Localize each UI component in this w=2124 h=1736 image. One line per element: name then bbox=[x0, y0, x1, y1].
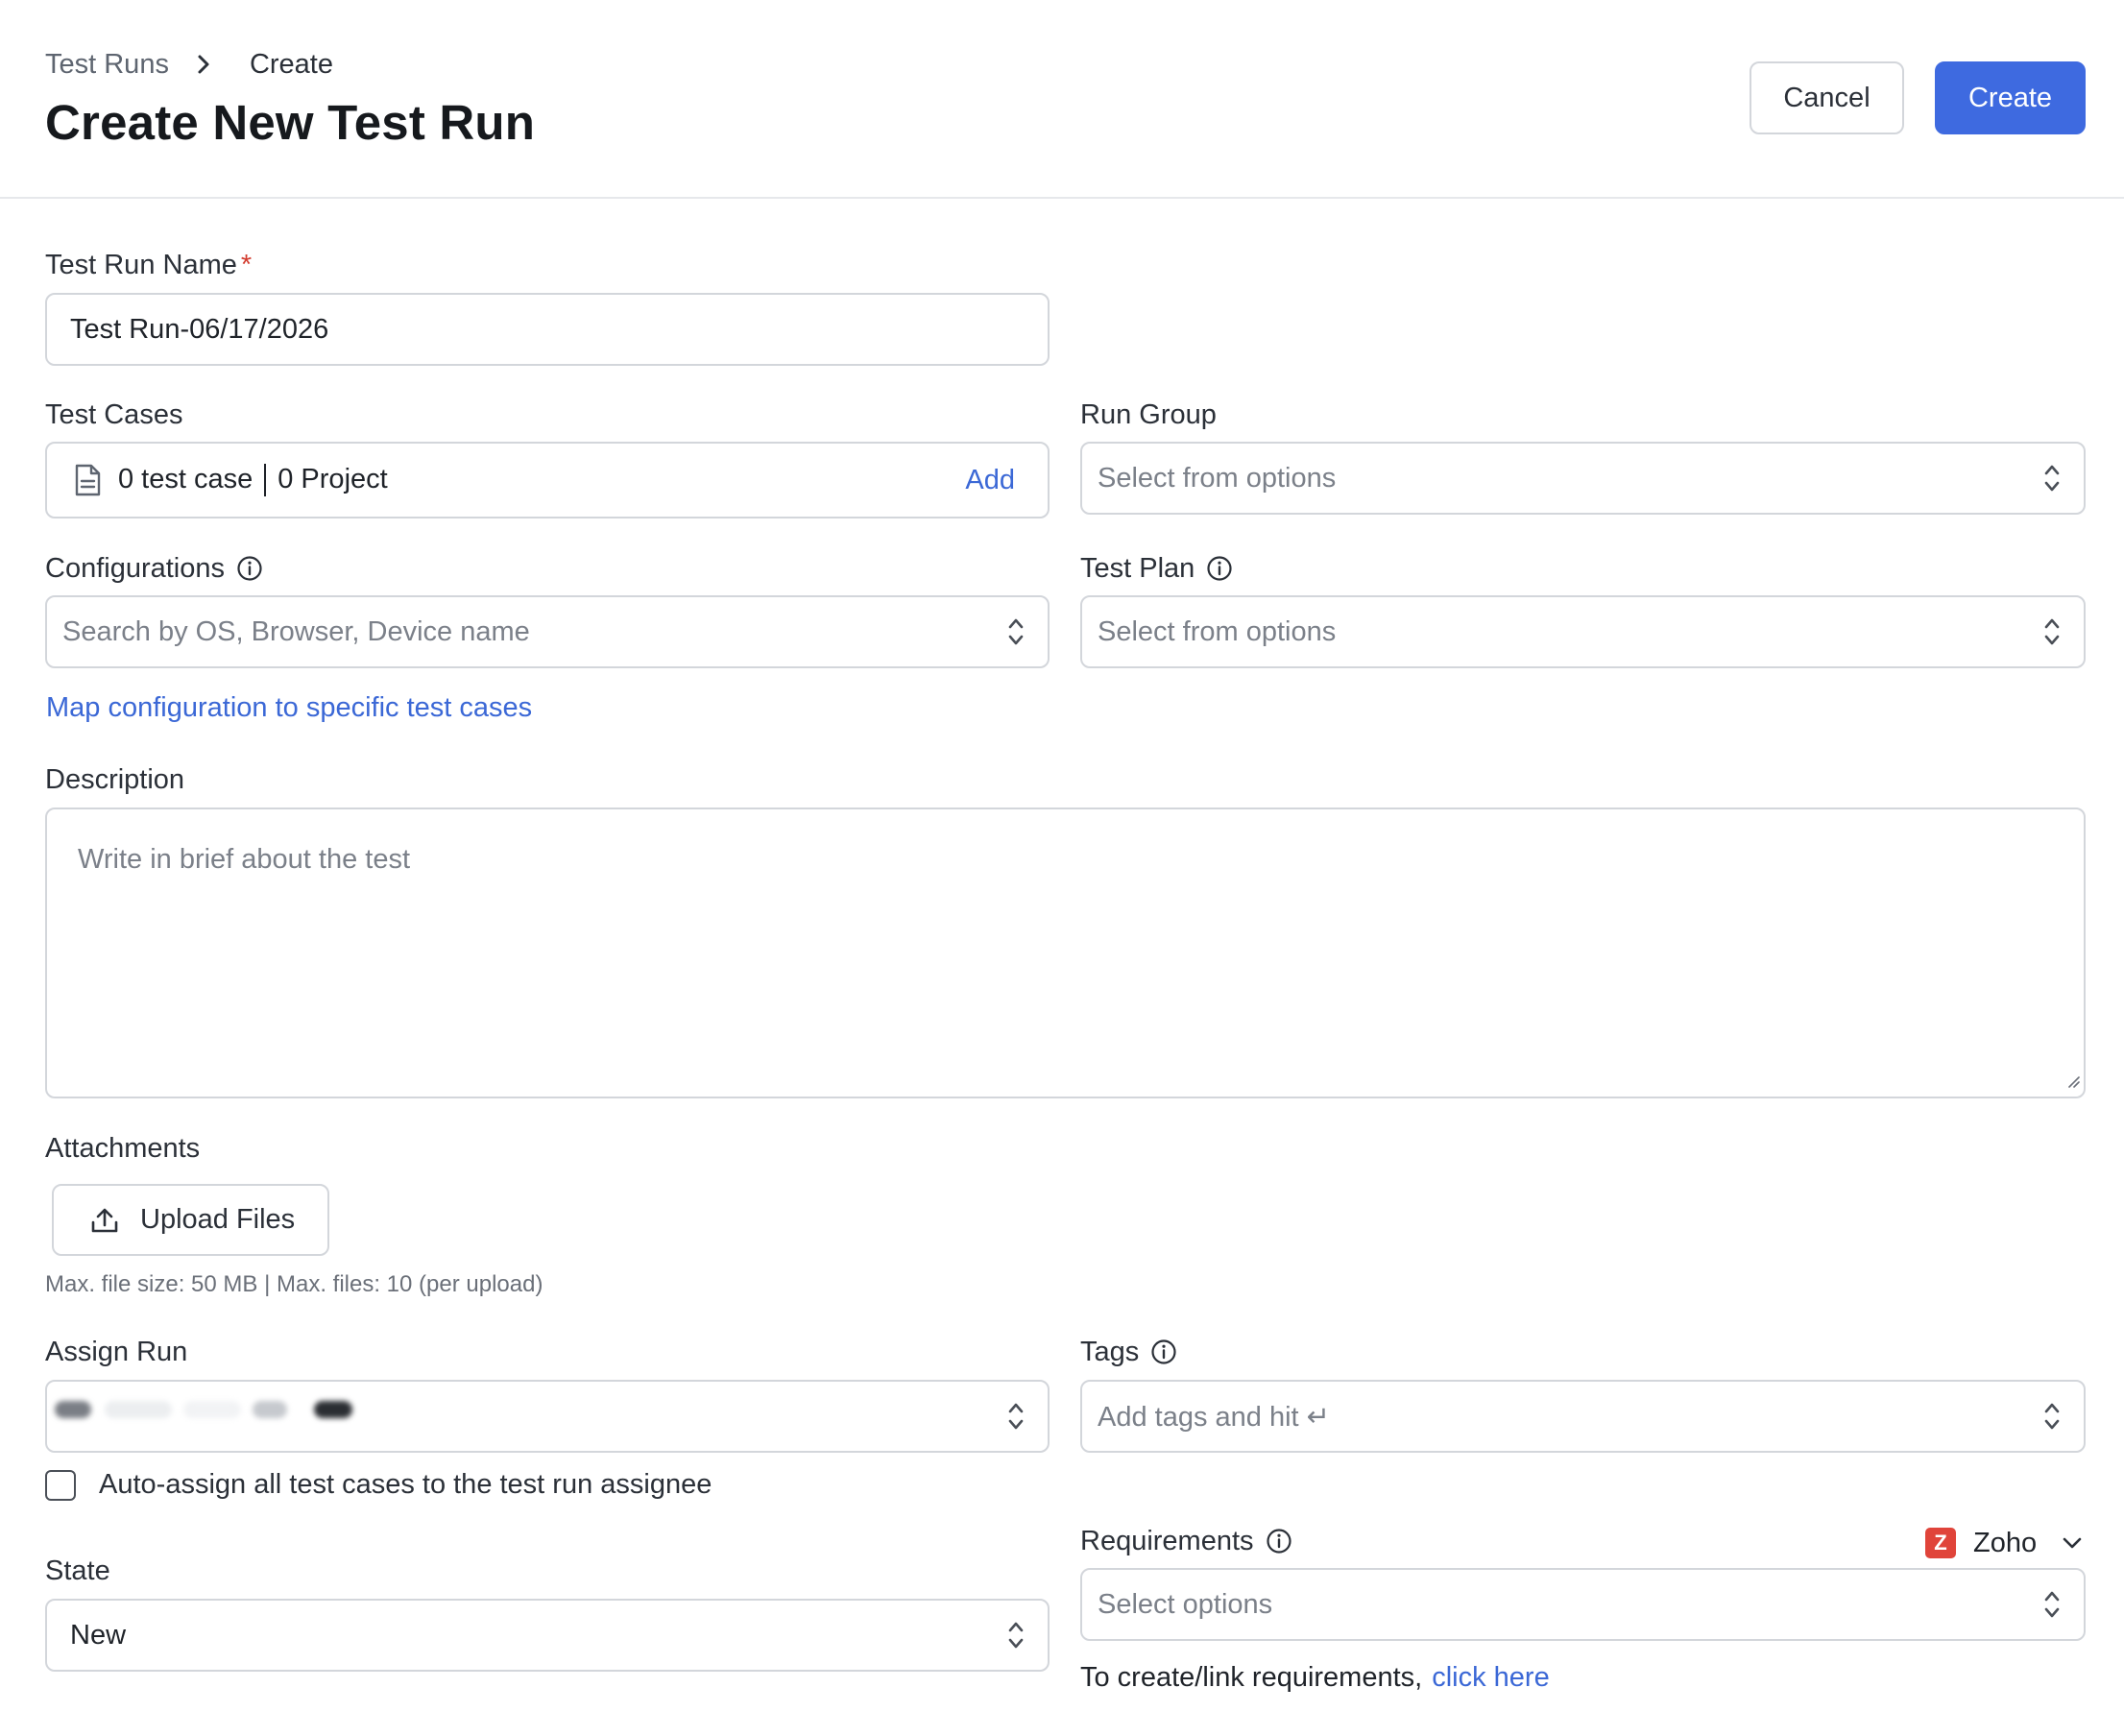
auto-assign-row[interactable]: Auto-assign all test cases to the test r… bbox=[45, 1469, 712, 1501]
info-icon[interactable] bbox=[1206, 555, 1233, 582]
state-select[interactable]: New bbox=[45, 1599, 1050, 1672]
chevron-up-down-icon bbox=[2043, 1400, 2061, 1433]
info-icon[interactable] bbox=[236, 555, 263, 582]
chevron-up-down-icon bbox=[1007, 615, 1025, 648]
description-label: Description bbox=[45, 763, 185, 795]
test-cases-field: 0 test case 0 Project Add bbox=[45, 442, 1050, 518]
configurations-label: Configurations bbox=[45, 550, 263, 587]
assign-run-select[interactable] bbox=[45, 1380, 1050, 1453]
info-icon[interactable] bbox=[1266, 1528, 1292, 1555]
upload-files-label: Upload Files bbox=[140, 1204, 296, 1235]
info-icon[interactable] bbox=[1150, 1338, 1177, 1365]
requirements-placeholder: Select options bbox=[1098, 1588, 1273, 1620]
auto-assign-checkbox[interactable] bbox=[45, 1469, 76, 1501]
page-title: Create New Test Run bbox=[45, 95, 536, 150]
create-button[interactable]: Create bbox=[1935, 61, 2086, 134]
test-run-name-field[interactable] bbox=[45, 293, 1050, 366]
state-label: State bbox=[45, 1555, 110, 1586]
map-configuration-link[interactable]: Map configuration to specific test cases bbox=[46, 689, 532, 726]
test-run-name-label: Test Run Name * bbox=[45, 249, 253, 280]
chevron-up-down-icon bbox=[1007, 1400, 1025, 1433]
chevron-up-down-icon bbox=[2043, 1588, 2061, 1621]
required-mark: * bbox=[240, 249, 253, 280]
cancel-button[interactable]: Cancel bbox=[1750, 61, 1904, 134]
state-value: New bbox=[70, 1619, 127, 1651]
chevron-up-down-icon bbox=[2043, 462, 2061, 494]
run-group-label: Run Group bbox=[1080, 398, 1217, 430]
requirements-provider-dropdown[interactable]: Z Zoho bbox=[1925, 1524, 2083, 1562]
test-run-name-input[interactable] bbox=[47, 313, 1048, 346]
project-count: 0 Project bbox=[278, 463, 388, 494]
test-case-count: 0 test case bbox=[118, 463, 253, 494]
description-textarea[interactable]: Write in brief about the test bbox=[45, 808, 2086, 1098]
tags-placeholder: Add tags and hit ↵ bbox=[1098, 1401, 1330, 1433]
create-requirements-link[interactable]: click here bbox=[1432, 1662, 1550, 1694]
tags-input[interactable]: Add tags and hit ↵ bbox=[1080, 1380, 2086, 1453]
chevron-up-down-icon bbox=[2043, 615, 2061, 648]
requirements-provider-name: Zoho bbox=[1973, 1527, 2038, 1558]
test-plan-select[interactable]: Select from options bbox=[1080, 595, 2086, 668]
chevron-right-icon bbox=[196, 54, 211, 75]
test-cases-label: Test Cases bbox=[45, 398, 183, 430]
run-group-select[interactable]: Select from options bbox=[1080, 442, 2086, 515]
upload-hint: Max. file size: 50 MB | Max. files: 10 (… bbox=[45, 1271, 543, 1297]
requirements-select[interactable]: Select options bbox=[1080, 1568, 2086, 1641]
resize-handle-icon[interactable] bbox=[2064, 1073, 2080, 1093]
chevron-down-icon bbox=[2062, 1536, 2083, 1550]
chevron-up-down-icon bbox=[1007, 1619, 1025, 1652]
tags-label: Tags bbox=[1080, 1334, 1177, 1370]
auto-assign-label: Auto-assign all test cases to the test r… bbox=[99, 1469, 712, 1500]
test-plan-placeholder: Select from options bbox=[1098, 615, 1337, 647]
attachments-label: Attachments bbox=[45, 1132, 201, 1164]
divider bbox=[264, 464, 267, 497]
configurations-select[interactable]: Search by OS, Browser, Device name bbox=[45, 595, 1050, 668]
requirements-label: Requirements bbox=[1080, 1523, 1292, 1559]
description-placeholder: Write in brief about the test bbox=[78, 844, 411, 875]
run-group-placeholder: Select from options bbox=[1098, 462, 1337, 494]
requirements-note: To create/link requirements, click here bbox=[1080, 1661, 1550, 1694]
upload-files-button[interactable]: Upload Files bbox=[52, 1184, 329, 1256]
test-plan-label: Test Plan bbox=[1080, 550, 1233, 587]
breadcrumb-create: Create bbox=[249, 48, 333, 80]
create-test-run-page: Test Runs Create Create New Test Run Can… bbox=[0, 0, 2124, 1736]
assign-run-label: Assign Run bbox=[45, 1336, 188, 1367]
document-icon bbox=[74, 464, 101, 496]
page-header: Test Runs Create Create New Test Run Can… bbox=[0, 0, 2124, 199]
breadcrumb: Test Runs Create bbox=[45, 46, 333, 83]
assignee-redacted bbox=[55, 1401, 352, 1418]
zoho-logo-icon: Z bbox=[1925, 1528, 1956, 1558]
breadcrumb-test-runs[interactable]: Test Runs bbox=[45, 49, 169, 81]
add-test-cases-link[interactable]: Add bbox=[965, 465, 1015, 496]
configurations-placeholder: Search by OS, Browser, Device name bbox=[62, 615, 530, 647]
upload-icon bbox=[90, 1207, 119, 1234]
